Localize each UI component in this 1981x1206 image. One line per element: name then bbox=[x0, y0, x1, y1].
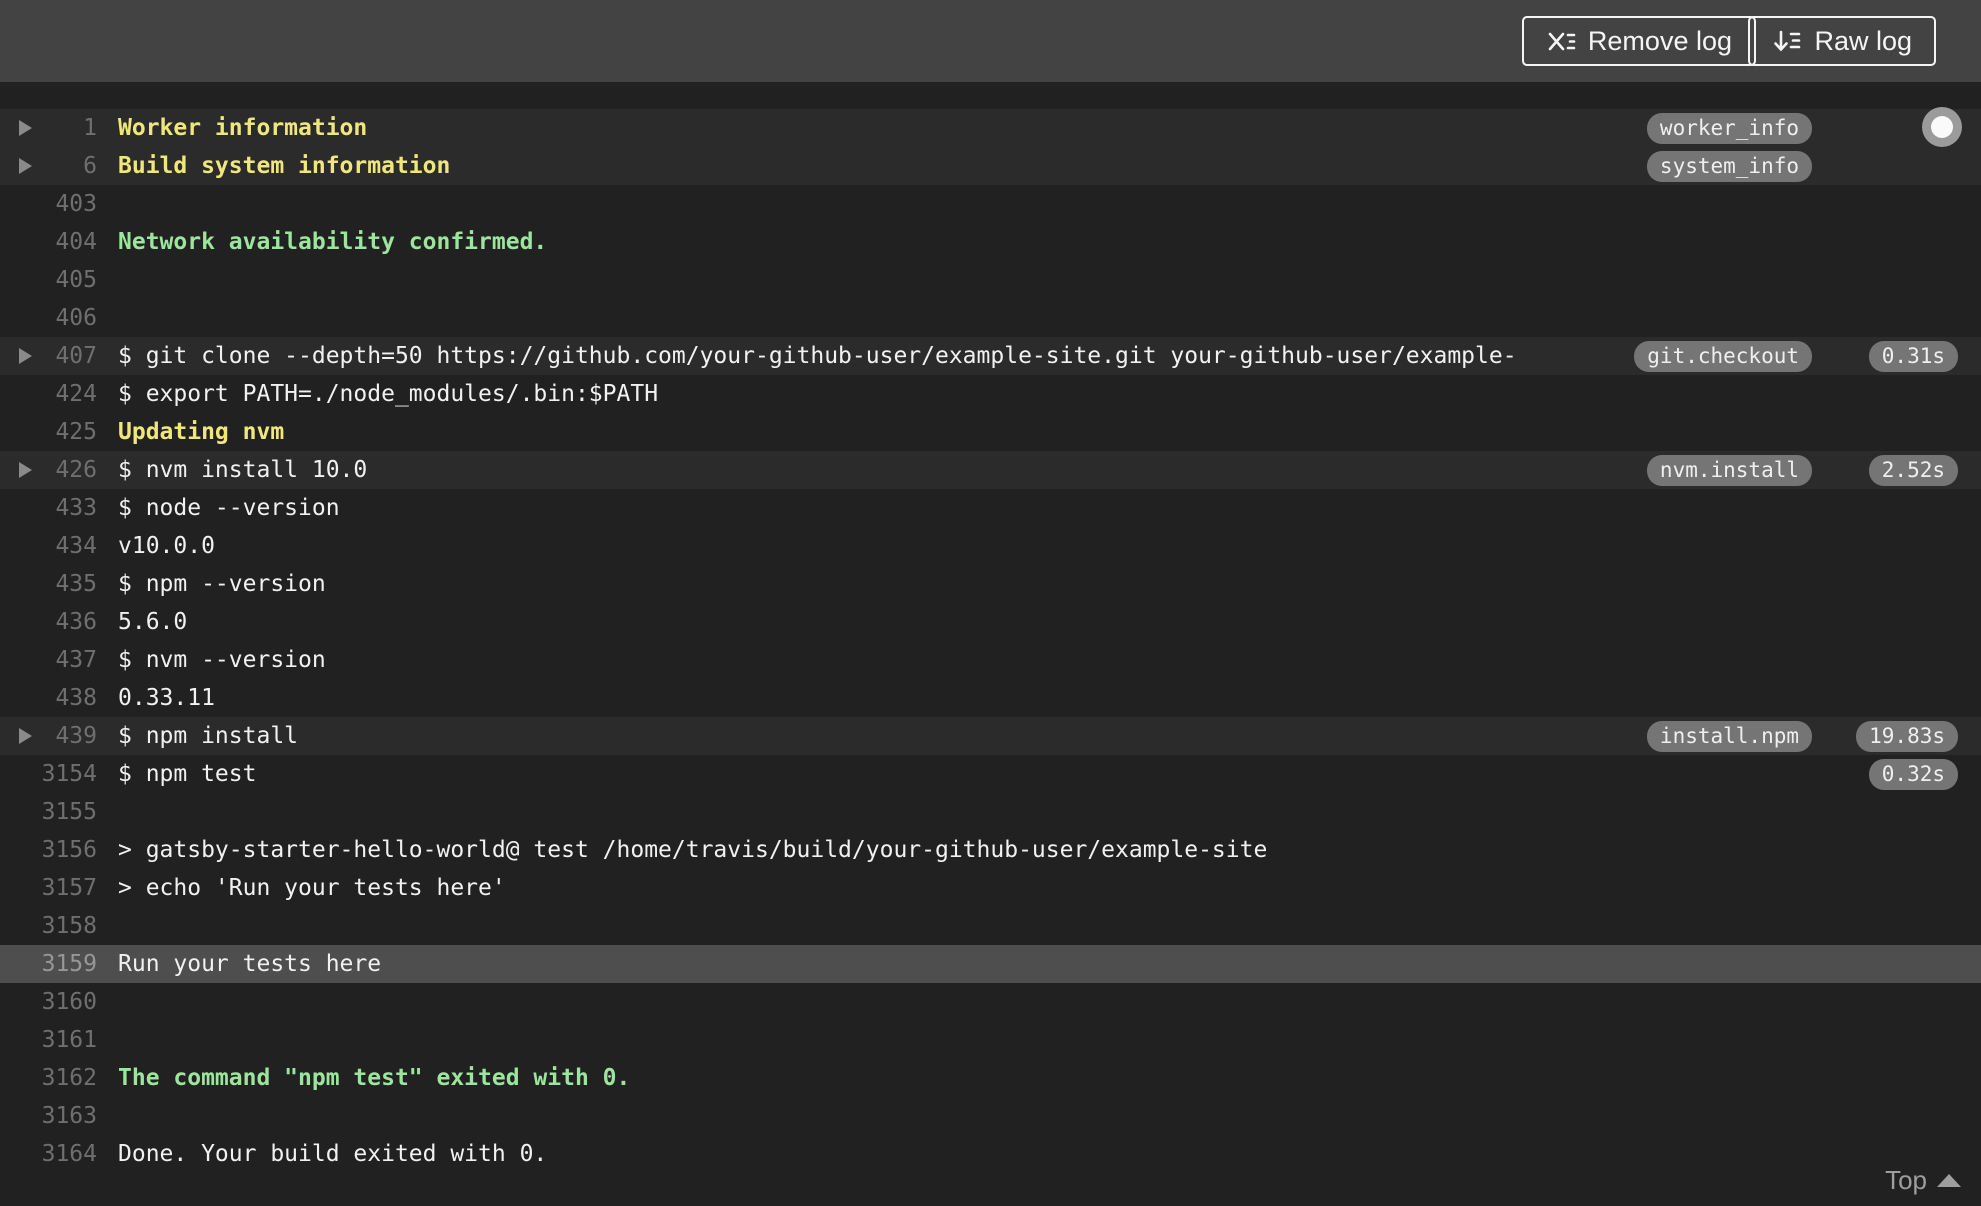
top-link-label: Top bbox=[1885, 1165, 1927, 1195]
log-line-text: $ npm --version bbox=[118, 571, 326, 597]
log-row: 6 Build system information system_info bbox=[0, 147, 1981, 185]
log-line-text: v10.0.0 bbox=[118, 533, 215, 559]
line-number-link[interactable]: 424 bbox=[0, 375, 97, 413]
log-row: 3164 Done. Your build exited with 0. bbox=[0, 1135, 1981, 1173]
build-log: 1 Worker information worker_info 6 Build… bbox=[0, 82, 1981, 1206]
log-row: 426 $ nvm install 10.0 nvm.install 2.52s bbox=[0, 451, 1981, 489]
log-line-text: $ export PATH=./node_modules/.bin:$PATH bbox=[118, 381, 659, 407]
remove-log-icon bbox=[1546, 26, 1576, 56]
line-number-link[interactable]: 433 bbox=[0, 489, 97, 527]
log-row: 3162 The command "npm test" exited with … bbox=[0, 1059, 1981, 1097]
duration-badge: 19.83s bbox=[1856, 721, 1958, 752]
log-line-text: Updating nvm bbox=[118, 419, 285, 445]
log-line-text: The command "npm test" exited with 0. bbox=[118, 1065, 631, 1091]
line-number-link[interactable]: 403 bbox=[0, 185, 97, 223]
scroll-indicator-dot-icon bbox=[1931, 116, 1953, 138]
log-line-text: $ node --version bbox=[118, 495, 340, 521]
line-number-link[interactable]: 407 bbox=[0, 337, 97, 375]
log-row: 3160 bbox=[0, 983, 1981, 1021]
raw-log-button[interactable]: Raw log bbox=[1748, 16, 1936, 66]
line-number-link[interactable]: 3160 bbox=[0, 983, 97, 1021]
line-number-link[interactable]: 3156 bbox=[0, 831, 97, 869]
log-row: 404 Network availability confirmed. bbox=[0, 223, 1981, 261]
line-number-link[interactable]: 425 bbox=[0, 413, 97, 451]
log-row: 3158 bbox=[0, 907, 1981, 945]
scroll-indicator[interactable] bbox=[1922, 107, 1962, 147]
log-row: 424 $ export PATH=./node_modules/.bin:$P… bbox=[0, 375, 1981, 413]
log-row: 407 $ git clone --depth=50 https://githu… bbox=[0, 337, 1981, 375]
line-number-link[interactable]: 437 bbox=[0, 641, 97, 679]
raw-log-icon bbox=[1772, 26, 1802, 56]
log-row: 434 v10.0.0 bbox=[0, 527, 1981, 565]
fold-name-badge: nvm.install bbox=[1646, 455, 1812, 486]
line-number-link[interactable]: 405 bbox=[0, 261, 97, 299]
line-number-link[interactable]: 3162 bbox=[0, 1059, 97, 1097]
log-row: 3155 bbox=[0, 793, 1981, 831]
duration-badge: 0.32s bbox=[1868, 759, 1958, 790]
fold-name-badge: system_info bbox=[1646, 151, 1812, 182]
line-number-link[interactable]: 426 bbox=[0, 451, 97, 489]
duration-badge: 2.52s bbox=[1868, 455, 1958, 486]
line-number-link[interactable]: 1 bbox=[0, 109, 97, 147]
log-row: 436 5.6.0 bbox=[0, 603, 1981, 641]
remove-log-label: Remove log bbox=[1587, 25, 1732, 56]
log-row: 405 bbox=[0, 261, 1981, 299]
log-row: 435 $ npm --version bbox=[0, 565, 1981, 603]
log-row: 3154 $ npm test 0.32s bbox=[0, 755, 1981, 793]
line-number-link[interactable]: 439 bbox=[0, 717, 97, 755]
scroll-to-top-link[interactable]: Top bbox=[1885, 1165, 1961, 1196]
line-number-link[interactable]: 3154 bbox=[0, 755, 97, 793]
fold-name-badge: worker_info bbox=[1646, 113, 1812, 144]
line-number-link[interactable]: 406 bbox=[0, 299, 97, 337]
line-number-link[interactable]: 3161 bbox=[0, 1021, 97, 1059]
line-number-link[interactable]: 436 bbox=[0, 603, 97, 641]
log-line-text: Network availability confirmed. bbox=[118, 229, 548, 255]
log-lines: 1 Worker information worker_info 6 Build… bbox=[0, 109, 1981, 1173]
log-row: 425 Updating nvm bbox=[0, 413, 1981, 451]
log-line-text: Run your tests here bbox=[118, 951, 382, 977]
log-row: 1 Worker information worker_info bbox=[0, 109, 1981, 147]
remove-log-button[interactable]: Remove log bbox=[1521, 16, 1756, 66]
line-number-link[interactable]: 434 bbox=[0, 527, 97, 565]
log-row: 3163 bbox=[0, 1097, 1981, 1135]
line-number-link[interactable]: 3157 bbox=[0, 869, 97, 907]
log-row: 438 0.33.11 bbox=[0, 679, 1981, 717]
log-row: 433 $ node --version bbox=[0, 489, 1981, 527]
log-line-text: 5.6.0 bbox=[118, 609, 188, 635]
line-number-link[interactable]: 3164 bbox=[0, 1135, 97, 1173]
log-line-text: Done. Your build exited with 0. bbox=[118, 1141, 548, 1167]
log-line-text: $ npm test bbox=[118, 761, 257, 787]
line-number-link[interactable]: 3159 bbox=[0, 945, 97, 983]
raw-log-label: Raw log bbox=[1814, 25, 1912, 56]
log-row: 403 bbox=[0, 185, 1981, 223]
log-row: 3159 Run your tests here bbox=[0, 945, 1981, 983]
log-row: 3157 > echo 'Run your tests here' bbox=[0, 869, 1981, 907]
log-row: 3161 bbox=[0, 1021, 1981, 1059]
log-line-text: 0.33.11 bbox=[118, 685, 215, 711]
line-number-link[interactable]: 404 bbox=[0, 223, 97, 261]
log-line-text: > gatsby-starter-hello-world@ test /home… bbox=[118, 837, 1268, 863]
line-number-link[interactable]: 3163 bbox=[0, 1097, 97, 1135]
log-line-text: > echo 'Run your tests here' bbox=[118, 875, 506, 901]
log-row: 406 bbox=[0, 299, 1981, 337]
line-number-link[interactable]: 6 bbox=[0, 147, 97, 185]
log-line-text: $ nvm --version bbox=[118, 647, 326, 673]
line-number-link[interactable]: 3155 bbox=[0, 793, 97, 831]
line-number-link[interactable]: 3158 bbox=[0, 907, 97, 945]
log-row: 439 $ npm install install.npm 19.83s bbox=[0, 717, 1981, 755]
fold-name-badge: git.checkout bbox=[1634, 341, 1812, 372]
up-arrow-icon bbox=[1937, 1174, 1961, 1187]
duration-badge: 0.31s bbox=[1868, 341, 1958, 372]
toolbar: Remove log Raw log bbox=[0, 0, 1981, 82]
fold-name-badge: install.npm bbox=[1646, 721, 1812, 752]
line-number-link[interactable]: 435 bbox=[0, 565, 97, 603]
log-row: 437 $ nvm --version bbox=[0, 641, 1981, 679]
line-number-link[interactable]: 438 bbox=[0, 679, 97, 717]
log-row: 3156 > gatsby-starter-hello-world@ test … bbox=[0, 831, 1981, 869]
